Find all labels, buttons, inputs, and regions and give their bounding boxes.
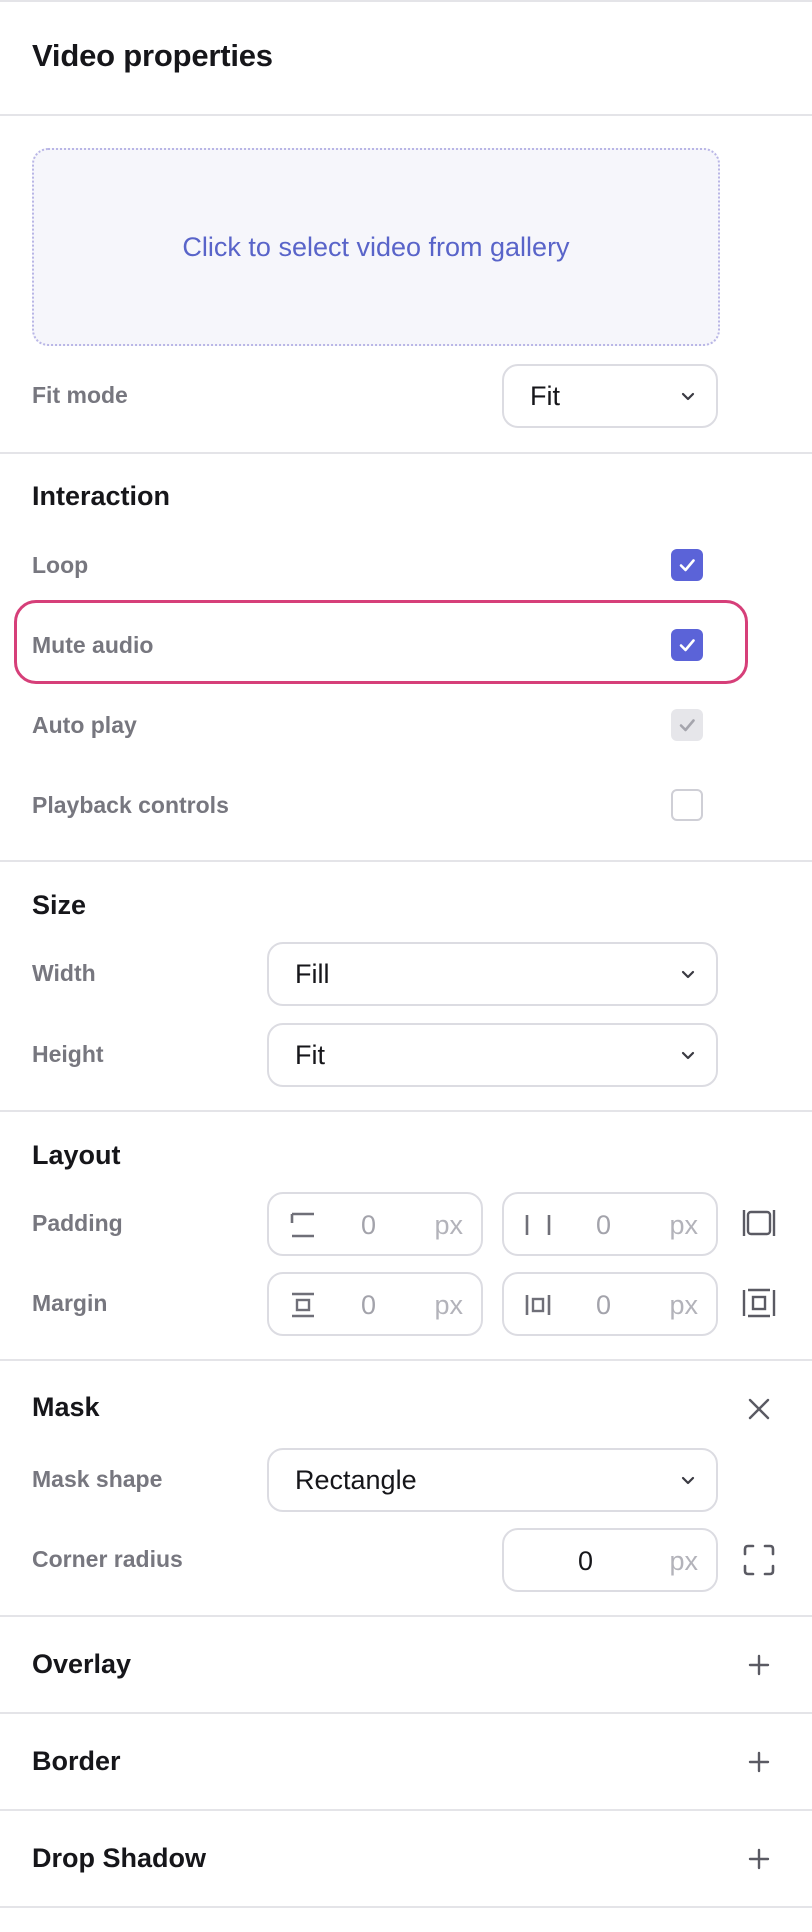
width-value: Fill — [295, 958, 330, 989]
padding-horizontal-value: 0 — [596, 1210, 612, 1240]
check-icon — [679, 719, 695, 732]
divider — [0, 1712, 812, 1714]
fit-mode-select[interactable]: Fit — [502, 364, 718, 428]
mask-shape-value: Rectangle — [295, 1464, 417, 1495]
divider — [0, 1359, 812, 1361]
divider — [0, 114, 812, 116]
chevron-down-icon — [681, 1051, 695, 1060]
check-icon — [679, 639, 695, 652]
close-icon[interactable] — [746, 1396, 772, 1422]
video-properties-panel: Video properties Click to select video f… — [0, 0, 812, 1932]
corner-radius-input[interactable]: 0 px — [502, 1528, 718, 1592]
unit-label: px — [434, 1210, 463, 1240]
plus-icon[interactable] — [746, 1749, 772, 1775]
fit-mode-label: Fit mode — [32, 382, 128, 408]
corner-radius-value: 0 — [578, 1546, 594, 1576]
margin-horizontal-input[interactable]: 0 px — [502, 1272, 718, 1336]
margin-horizontal-value: 0 — [596, 1290, 612, 1320]
padding-horizontal-input[interactable]: 0 px — [502, 1192, 718, 1256]
select-video-label: Click to select video from gallery — [182, 231, 570, 262]
fit-mode-value: Fit — [530, 380, 560, 411]
loop-checkbox[interactable] — [671, 549, 703, 581]
chevron-down-icon — [681, 392, 695, 401]
plus-icon[interactable] — [746, 1652, 772, 1678]
height-value: Fit — [295, 1039, 325, 1070]
plus-icon[interactable] — [746, 1846, 772, 1872]
overlay-section-title: Overlay — [32, 1649, 132, 1679]
padding-horizontal-icon — [525, 1215, 551, 1235]
unit-label: px — [434, 1290, 463, 1320]
mask-section-title: Mask — [32, 1392, 100, 1422]
height-select[interactable]: Fit — [267, 1023, 718, 1087]
margin-label: Margin — [32, 1290, 108, 1316]
corner-radius-icon[interactable] — [742, 1543, 776, 1577]
auto-play-checkbox[interactable] — [671, 709, 703, 741]
mask-shape-label: Mask shape — [32, 1466, 163, 1492]
interaction-section-title: Interaction — [32, 481, 171, 511]
width-label: Width — [32, 960, 96, 986]
auto-play-label: Auto play — [32, 712, 137, 738]
divider — [0, 1615, 812, 1617]
playback-controls-checkbox[interactable] — [671, 789, 703, 821]
divider — [0, 1809, 812, 1811]
margin-horizontal-icon — [525, 1295, 551, 1315]
size-section-title: Size — [32, 890, 87, 920]
padding-vertical-icon — [290, 1212, 314, 1238]
layout-section-title: Layout — [32, 1140, 121, 1170]
select-video-dropzone[interactable]: Click to select video from gallery — [32, 148, 720, 346]
margin-vertical-value: 0 — [361, 1290, 377, 1320]
width-select[interactable]: Fill — [267, 942, 718, 1006]
divider — [0, 1110, 812, 1112]
unit-label: px — [669, 1290, 698, 1320]
padding-link-icon[interactable] — [742, 1206, 776, 1240]
border-section-title: Border — [32, 1746, 121, 1776]
padding-vertical-input[interactable]: 0 px — [267, 1192, 483, 1256]
mask-shape-select[interactable]: Rectangle — [267, 1448, 718, 1512]
mute-audio-label: Mute audio — [32, 632, 154, 658]
margin-link-icon[interactable] — [742, 1286, 776, 1320]
divider — [0, 1906, 812, 1908]
drop-shadow-section-title: Drop Shadow — [32, 1843, 206, 1873]
corner-radius-label: Corner radius — [32, 1546, 183, 1572]
top-divider — [0, 0, 812, 2]
unit-label: px — [669, 1546, 698, 1576]
padding-vertical-value: 0 — [361, 1210, 377, 1240]
playback-controls-label: Playback controls — [32, 792, 229, 818]
chevron-down-icon — [681, 1476, 695, 1485]
divider — [0, 452, 812, 454]
margin-vertical-icon — [292, 1292, 314, 1318]
loop-label: Loop — [32, 552, 89, 578]
chevron-down-icon — [681, 970, 695, 979]
unit-label: px — [669, 1210, 698, 1240]
height-label: Height — [32, 1041, 104, 1067]
check-icon — [679, 559, 695, 572]
margin-vertical-input[interactable]: 0 px — [267, 1272, 483, 1336]
panel-title: Video properties — [32, 38, 273, 73]
padding-label: Padding — [32, 1210, 123, 1236]
divider — [0, 860, 812, 862]
mute-audio-checkbox[interactable] — [671, 629, 703, 661]
